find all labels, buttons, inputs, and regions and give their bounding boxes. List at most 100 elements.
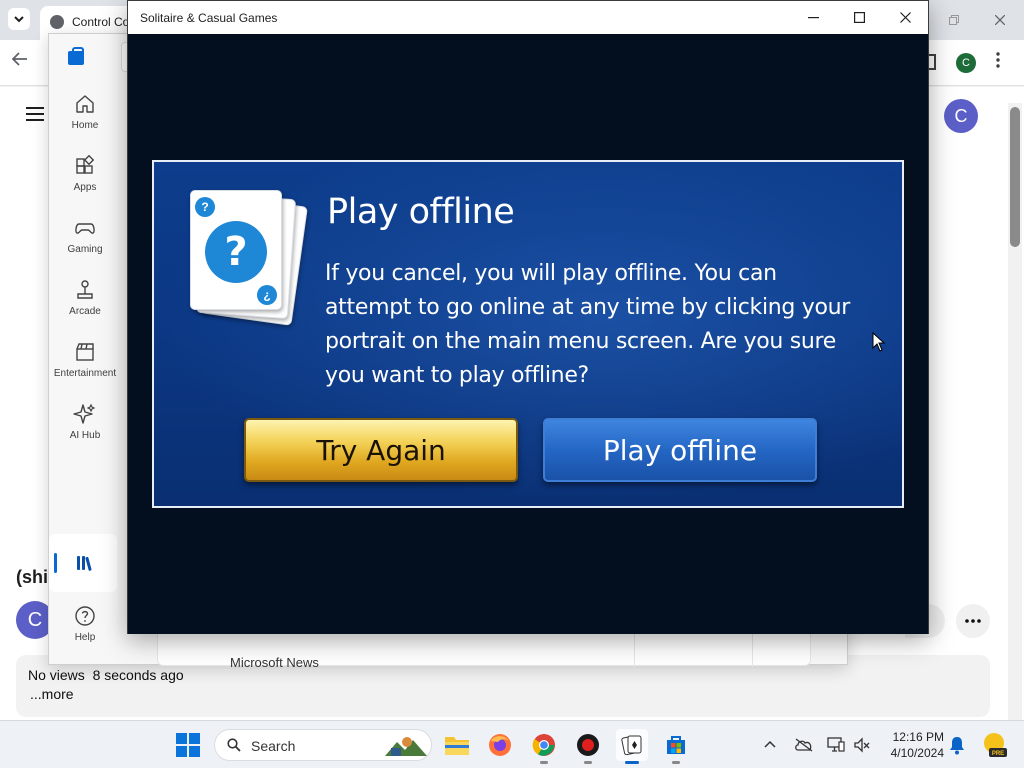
browser-profile-avatar[interactable]: C	[956, 53, 976, 73]
try-again-button[interactable]: Try Again	[244, 418, 518, 482]
card-title: Microsoft News	[230, 655, 319, 670]
taskbar-search-box[interactable]: Search	[214, 729, 432, 761]
search-icon	[227, 738, 241, 752]
more-actions-button[interactable]	[956, 604, 990, 638]
volume-muted-icon[interactable]	[852, 735, 872, 755]
joystick-icon	[77, 280, 93, 299]
file-explorer-icon	[445, 737, 469, 755]
taskbar-solitaire[interactable]	[616, 729, 648, 764]
nav-label: AI Hub	[69, 430, 101, 441]
dialog-title: Play offline	[327, 192, 515, 232]
taskbar-chrome[interactable]	[528, 729, 560, 764]
selected-indicator	[54, 553, 57, 573]
solitaire-icon	[621, 735, 642, 756]
show-more-link[interactable]: ...more	[30, 686, 74, 702]
network-icon[interactable]	[826, 735, 846, 755]
inverted-question-mark-icon: ¿	[257, 285, 277, 305]
nav-library[interactable]	[49, 534, 117, 592]
system-clock[interactable]: 12:16 PM 4/10/2024	[880, 729, 944, 761]
gamepad-icon	[75, 223, 95, 234]
account-avatar[interactable]: C	[944, 99, 978, 133]
preview-build-badge-icon[interactable]: PRE	[980, 731, 1008, 759]
preview-badge-text: PRE	[992, 751, 1004, 757]
nav-gaming[interactable]: Gaming	[49, 216, 121, 272]
search-placeholder: Search	[251, 738, 296, 754]
search-highlight-illustration	[385, 737, 427, 756]
clock-date: 4/10/2024	[890, 746, 944, 760]
mouse-cursor-icon	[872, 332, 886, 352]
back-arrow-icon[interactable]	[11, 52, 28, 71]
running-indicator	[625, 761, 639, 764]
firefox-icon	[489, 734, 511, 756]
page-scrollbar[interactable]	[1008, 103, 1022, 720]
chevron-down-icon	[14, 16, 24, 23]
card-front: ? ? ¿	[190, 190, 282, 310]
nav-label: Entertainment	[53, 368, 117, 379]
recorder-icon	[577, 734, 599, 756]
running-indicator	[540, 761, 548, 764]
kebab-menu-icon[interactable]	[996, 52, 1000, 73]
notification-bell-icon[interactable]	[948, 735, 966, 755]
window-title: Solitaire & Casual Games	[140, 11, 278, 25]
view-count-and-time: No views 8 seconds ago	[28, 667, 184, 683]
maximize-icon	[853, 12, 865, 23]
apps-icon	[76, 154, 95, 174]
nav-home[interactable]: Home	[49, 92, 121, 148]
tab-search-button[interactable]	[8, 8, 30, 30]
taskbar-microsoft-store[interactable]	[660, 729, 692, 764]
browser-restore-button[interactable]	[940, 8, 968, 32]
microsoft-store-icon	[667, 736, 685, 754]
solitaire-window: Solitaire & Casual Games ? ? ¿ Play offl…	[127, 0, 929, 634]
show-hidden-icons-chevron-icon[interactable]	[764, 737, 776, 751]
close-icon	[899, 12, 911, 23]
library-icon	[77, 556, 92, 571]
play-offline-dialog: ? ? ¿ Play offline If you cancel, you wi…	[152, 160, 904, 508]
nav-entertainment[interactable]: Entertainment	[49, 340, 121, 396]
nav-help[interactable]: Help	[49, 604, 121, 660]
taskbar-recorder[interactable]	[572, 729, 604, 764]
sparkle-icon	[73, 403, 96, 424]
clock-time: 12:16 PM	[892, 730, 944, 744]
running-indicator	[672, 761, 680, 764]
nav-label: Gaming	[67, 244, 103, 255]
browser-close-button[interactable]	[986, 8, 1014, 32]
play-offline-button[interactable]: Play offline	[543, 418, 817, 482]
start-button[interactable]	[176, 733, 200, 757]
nav-label: Apps	[73, 182, 97, 193]
scrollbar-thumb[interactable]	[1010, 107, 1020, 247]
clapperboard-icon	[76, 343, 94, 361]
running-indicator	[584, 761, 592, 764]
game-canvas: ? ? ¿ Play offline If you cancel, you wi…	[128, 34, 928, 634]
nav-label: Help	[74, 632, 96, 643]
maximize-button[interactable]	[836, 1, 882, 34]
nav-ai-hub[interactable]: AI Hub	[49, 402, 121, 458]
minimize-button[interactable]	[790, 1, 836, 34]
nav-apps[interactable]: Apps	[49, 154, 121, 210]
dialog-message: If you cancel, you will play offline. Yo…	[325, 261, 851, 388]
nav-arcade[interactable]: Arcade	[49, 278, 121, 334]
help-icon	[75, 606, 95, 626]
chrome-icon	[532, 734, 555, 756]
minimize-icon	[807, 16, 819, 18]
ellipsis-icon	[965, 619, 981, 623]
question-mark-icon: ?	[205, 221, 267, 283]
question-mark-icon: ?	[195, 197, 215, 217]
windows-logo-icon	[176, 733, 187, 744]
hamburger-menu-icon[interactable]	[26, 107, 44, 121]
restore-icon	[949, 15, 959, 25]
home-icon	[76, 95, 94, 113]
tab-title: Control Co	[72, 15, 130, 29]
onedrive-offline-icon[interactable]	[794, 735, 814, 755]
nav-label: Home	[71, 120, 99, 131]
help-cards-illustration: ? ? ¿	[186, 188, 308, 328]
close-button[interactable]	[882, 1, 928, 34]
tab-favicon-icon	[50, 15, 64, 29]
taskbar: Search 12:16 PM 4/10/2024 PRE	[0, 720, 1024, 768]
window-title-bar[interactable]: Solitaire & Casual Games	[128, 1, 928, 34]
microsoft-store-logo-icon	[68, 47, 84, 65]
taskbar-file-explorer[interactable]	[441, 729, 473, 761]
video-title: (shi	[16, 567, 49, 587]
nav-label: Arcade	[69, 306, 101, 317]
taskbar-firefox[interactable]	[484, 729, 516, 761]
close-icon	[995, 15, 1005, 25]
